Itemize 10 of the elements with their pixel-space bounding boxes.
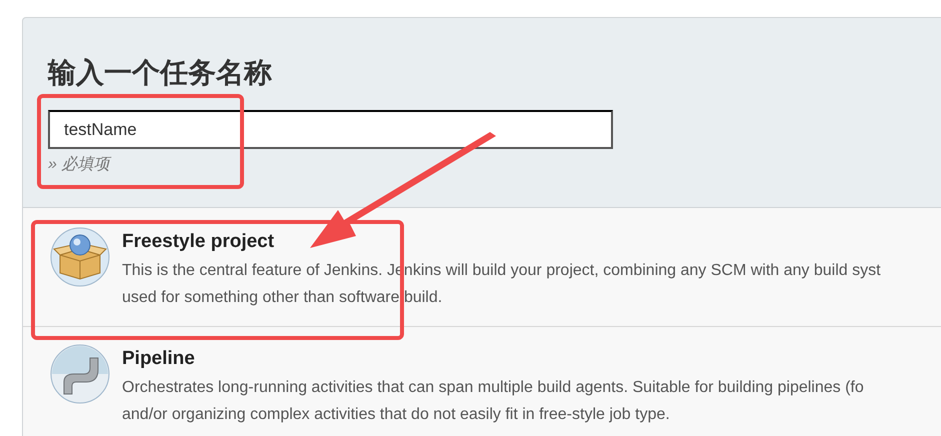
item-name-field[interactable]: testName: [48, 110, 613, 149]
job-type-title: Freestyle project: [122, 230, 274, 254]
job-type-title: Pipeline: [122, 347, 195, 371]
page-heading: 输入一个任务名称: [48, 56, 273, 90]
required-hint: » 必填项: [48, 154, 110, 175]
job-type-description: and/or organizing complex activities that do not easily fit in free-style job type.: [122, 405, 670, 425]
package-icon: [50, 227, 110, 287]
pipe-icon: [50, 344, 110, 404]
job-type-description: used for something other than software build.: [122, 288, 442, 308]
job-type-description: Orchestrates long-running activities that can span multiple build agents. Suitable for building pipelines (fo: [122, 378, 864, 398]
